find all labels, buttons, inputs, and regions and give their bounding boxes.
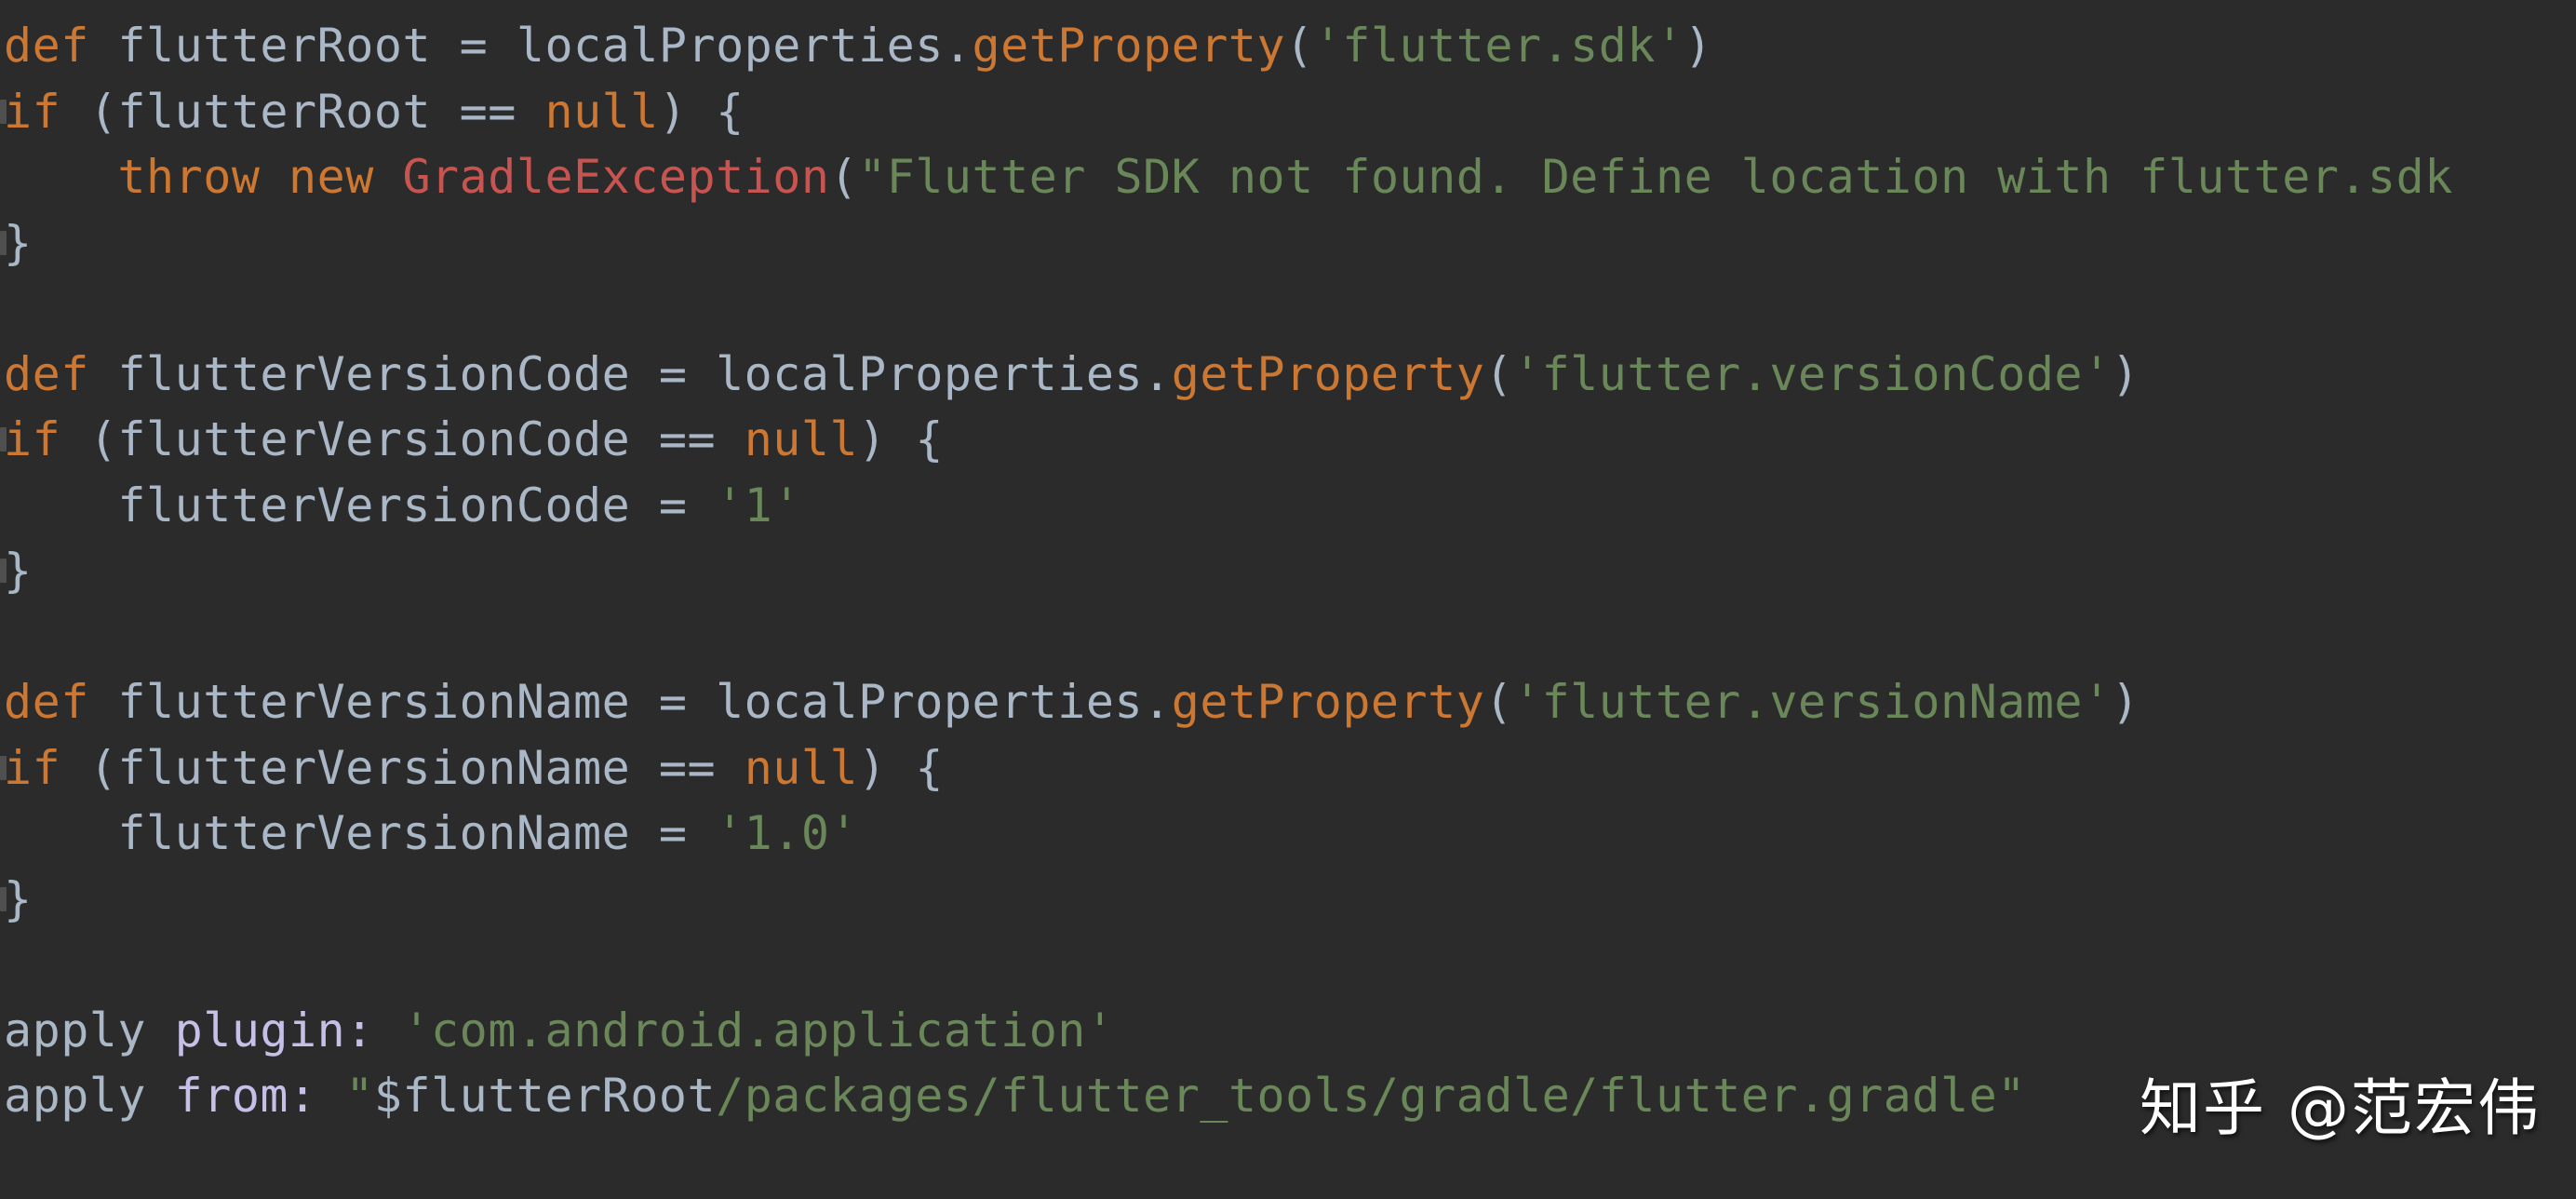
code-token: ) { <box>858 740 944 795</box>
code-token: null <box>544 84 659 139</box>
code-token: " <box>345 1069 374 1123</box>
code-token: plugin: <box>174 1003 374 1058</box>
code-token: def <box>4 675 89 729</box>
code-fold-marker-icon[interactable] <box>0 755 7 780</box>
code-token: } <box>4 544 33 598</box>
code-token: (flutterRoot == <box>60 84 545 139</box>
code-line[interactable]: } <box>0 538 2576 604</box>
code-token: ( <box>1285 19 1314 73</box>
code-token: ) <box>2111 346 2140 401</box>
code-fold-marker-icon[interactable] <box>0 99 7 124</box>
code-token: GradleException <box>402 150 830 204</box>
code-line[interactable]: flutterVersionCode = '1' <box>0 473 2576 539</box>
code-token: '1.0' <box>716 806 859 860</box>
code-lines-container[interactable]: def flutterRoot = localProperties.getPro… <box>0 0 2576 1129</box>
code-token: flutterVersionName = localProperties. <box>88 675 1172 729</box>
code-token: ( <box>829 150 859 204</box>
code-token: 'com.android.application' <box>402 1003 1115 1058</box>
code-line[interactable]: apply plugin: 'com.android.application' <box>0 998 2576 1064</box>
code-token: flutterVersionName = <box>4 806 717 860</box>
code-token: 'flutter.sdk' <box>1313 19 1684 73</box>
code-token: '1' <box>716 478 801 532</box>
code-line[interactable]: if (flutterRoot == null) { <box>0 79 2576 145</box>
code-token: $flutterRoot <box>373 1069 717 1123</box>
code-token: def <box>4 19 89 73</box>
code-token: flutterRoot = localProperties. <box>88 19 973 73</box>
code-token: if <box>4 740 61 795</box>
code-token: ) { <box>658 84 745 139</box>
code-token: apply <box>4 1069 175 1123</box>
code-line[interactable]: } <box>0 867 2576 933</box>
code-token: getProperty <box>972 19 1286 73</box>
code-fold-marker-icon[interactable] <box>0 886 7 911</box>
code-token: null <box>744 412 859 466</box>
code-token: 'flutter.versionName' <box>1512 675 2112 729</box>
code-line[interactable]: def flutterRoot = localProperties.getPro… <box>0 13 2576 79</box>
code-token: ) { <box>858 412 944 466</box>
code-token: (flutterVersionCode == <box>60 412 745 466</box>
code-token: ( <box>1484 675 1513 729</box>
code-fold-marker-icon[interactable] <box>0 230 7 255</box>
code-token: if <box>4 84 61 139</box>
code-token: ( <box>1484 346 1513 401</box>
code-token: ) <box>2111 675 2140 729</box>
code-token: throw new <box>117 150 403 204</box>
code-token: getProperty <box>1171 675 1485 729</box>
code-line[interactable] <box>0 932 2576 998</box>
code-token: } <box>4 871 33 926</box>
code-token: /packages/flutter_tools/gradle/flutter.g… <box>716 1069 2026 1123</box>
code-editor[interactable]: def flutterRoot = localProperties.getPro… <box>0 0 2576 1199</box>
code-line[interactable] <box>0 604 2576 670</box>
code-token: if <box>4 412 61 466</box>
code-line[interactable]: } <box>0 210 2576 276</box>
code-line[interactable]: if (flutterVersionName == null) { <box>0 735 2576 802</box>
code-token: flutterVersionCode = <box>4 478 717 532</box>
code-line[interactable]: def flutterVersionCode = localProperties… <box>0 342 2576 408</box>
code-token: from: <box>174 1069 317 1123</box>
code-line[interactable]: if (flutterVersionCode == null) { <box>0 407 2576 473</box>
code-token: getProperty <box>1171 346 1485 401</box>
code-line[interactable]: apply from: "$flutterRoot/packages/flutt… <box>0 1063 2576 1129</box>
code-line[interactable]: def flutterVersionName = localProperties… <box>0 669 2576 735</box>
code-token: (flutterVersionName == <box>60 740 745 795</box>
code-line[interactable]: throw new GradleException("Flutter SDK n… <box>0 144 2576 210</box>
code-token: apply <box>4 1003 175 1058</box>
code-token: "Flutter SDK not found. Define location … <box>858 150 2453 204</box>
code-line[interactable] <box>0 276 2576 342</box>
code-token: null <box>744 740 859 795</box>
code-line[interactable]: flutterVersionName = '1.0' <box>0 801 2576 867</box>
code-fold-marker-icon[interactable] <box>0 427 7 451</box>
code-token: 'flutter.versionCode' <box>1512 346 2112 401</box>
code-token: } <box>4 215 33 270</box>
code-token: flutterVersionCode = localProperties. <box>88 346 1172 401</box>
code-token: def <box>4 346 89 401</box>
code-token: ) <box>1684 19 1713 73</box>
code-fold-marker-icon[interactable] <box>0 559 7 583</box>
